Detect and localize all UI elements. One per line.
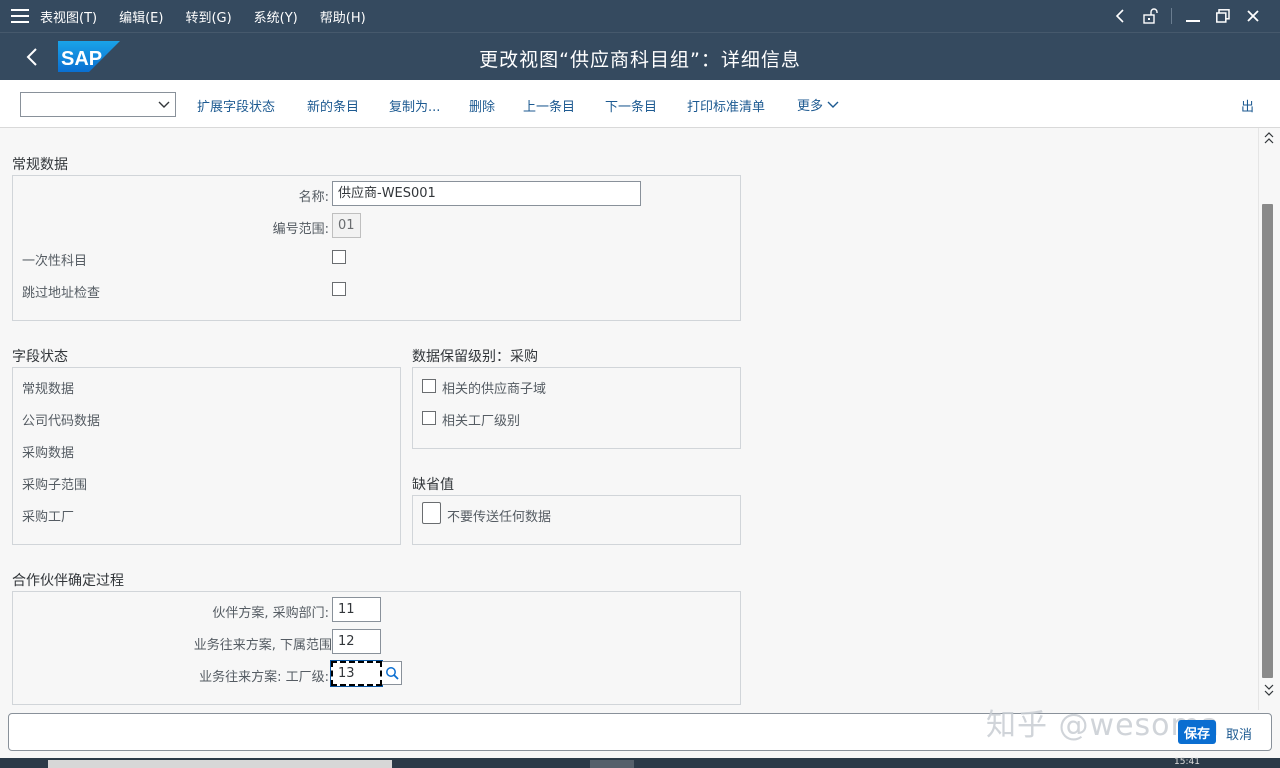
one-time-account-checkbox[interactable] <box>332 250 346 264</box>
scroll-down-icon[interactable] <box>1262 684 1276 696</box>
minimize-icon[interactable] <box>1178 0 1208 32</box>
delete-button[interactable]: 删除 <box>469 96 495 115</box>
chevron-down-icon <box>827 101 839 108</box>
partner-schema-input[interactable]: 11 <box>332 597 381 622</box>
general-data-title: 常规数据 <box>12 157 68 173</box>
previous-entry-button[interactable]: 上一条目 <box>523 96 575 115</box>
number-range-label: 编号范围: <box>272 222 329 237</box>
default-values-group: 不要传送任何数据 <box>412 495 741 545</box>
plant-level-label: 相关工厂级别 <box>442 414 521 429</box>
field-status-item[interactable]: 采购子范围 <box>22 474 87 493</box>
partner-determination-title: 合作伙伴确定过程 <box>12 573 124 589</box>
no-data-send-checkbox[interactable] <box>422 502 441 524</box>
field-status-item[interactable]: 采购工厂 <box>22 506 74 525</box>
vendor-subrange-label: 相关的供应商子域 <box>442 382 547 397</box>
save-button[interactable]: 保存 <box>1178 720 1216 744</box>
vertical-scrollbar[interactable] <box>1258 128 1280 710</box>
taskbar-app-button[interactable] <box>590 760 634 768</box>
general-data-group: 名称: 供应商-WES001 编号范围: 01 一次性科目 跳过地址检查 <box>12 175 741 321</box>
search-icon <box>385 667 399 680</box>
exit-button[interactable]: 出 <box>1241 96 1254 115</box>
restore-icon[interactable] <box>1208 0 1238 32</box>
field-status-item[interactable]: 常规数据 <box>22 378 74 397</box>
field-status-title: 字段状态 <box>12 349 68 365</box>
name-label: 名称: <box>298 190 329 205</box>
one-time-account-label: 一次性科目 <box>22 254 88 269</box>
copy-as-button[interactable]: 复制为... <box>389 96 440 115</box>
more-label: 更多 <box>797 99 824 114</box>
menu-goto[interactable]: 转到(G) <box>185 7 231 26</box>
field-status-group: 常规数据 公司代码数据 采购数据 采购子范围 采购工厂 <box>12 367 401 545</box>
more-button[interactable]: 更多 <box>797 95 839 114</box>
default-values-title: 缺省值 <box>412 477 454 493</box>
no-data-send-label: 不要传送任何数据 <box>447 510 552 525</box>
retention-level-title: 数据保留级别：采购 <box>412 349 538 365</box>
page-title: 更改视图“供应商科目组”：详细信息 <box>479 49 801 71</box>
field-status-item[interactable]: 采购数据 <box>22 442 74 461</box>
subrange-schema-input[interactable]: 12 <box>332 629 381 654</box>
field-status-item[interactable]: 公司代码数据 <box>22 410 100 429</box>
skip-address-check-checkbox[interactable] <box>332 282 346 296</box>
expand-field-status-button[interactable]: 扩展字段状态 <box>197 96 275 115</box>
chevron-left-icon[interactable] <box>1105 0 1135 32</box>
plant-level-checkbox[interactable] <box>422 411 436 425</box>
value-help-button[interactable] <box>382 661 402 685</box>
hamburger-menu-icon[interactable] <box>0 0 40 32</box>
unlock-icon[interactable] <box>1135 0 1165 32</box>
command-field-dropdown[interactable] <box>20 92 176 117</box>
plant-schema-label: 业务往来方案: 工厂级: <box>199 670 329 685</box>
menu-help[interactable]: 帮助(H) <box>320 7 366 26</box>
subrange-schema-label: 业务往来方案, 下属范围 <box>193 638 332 653</box>
divider <box>1171 8 1172 24</box>
partner-schema-label: 伙伴方案, 采购部门: <box>212 606 329 621</box>
vendor-subrange-checkbox[interactable] <box>422 379 436 393</box>
taskbar-search-box[interactable] <box>48 760 392 768</box>
main-content: 常规数据 名称: 供应商-WES001 编号范围: 01 一次性科目 跳过地址检… <box>0 128 1258 710</box>
menu-table-view[interactable]: 表视图(T) <box>40 7 97 26</box>
retention-level-group: 相关的供应商子域 相关工厂级别 <box>412 367 741 449</box>
plant-schema-input[interactable]: 13 <box>330 660 383 687</box>
close-icon[interactable] <box>1238 0 1268 32</box>
print-standard-list-button[interactable]: 打印标准清单 <box>687 96 765 115</box>
cancel-button[interactable]: 取消 <box>1226 724 1252 743</box>
footer-bar: 知乎 @wesoma 保存 取消 <box>0 708 1280 758</box>
menu-edit[interactable]: 编辑(E) <box>119 7 163 26</box>
shell-header: SAP 更改视图“供应商科目组”：详细信息 <box>0 32 1280 80</box>
number-range-input[interactable]: 01 <box>332 213 361 238</box>
application-toolbar: 扩展字段状态 新的条目 复制为... 删除 上一条目 下一条目 打印标准清单 更… <box>0 80 1280 128</box>
menu-bar: 表视图(T) 编辑(E) 转到(G) 系统(Y) 帮助(H) <box>0 0 1280 32</box>
chevron-down-icon[interactable] <box>157 97 171 115</box>
os-taskbar: 15:41 <box>0 757 1280 768</box>
menu-system[interactable]: 系统(Y) <box>254 7 298 26</box>
taskbar-clock: 15:41 <box>1174 757 1200 767</box>
next-entry-button[interactable]: 下一条目 <box>605 96 657 115</box>
new-entries-button[interactable]: 新的条目 <box>307 96 359 115</box>
skip-address-check-label: 跳过地址检查 <box>22 286 101 301</box>
partner-determination-group: 伙伴方案, 采购部门: 11 业务往来方案, 下属范围 12 业务往来方案: 工… <box>12 591 741 705</box>
scroll-up-icon[interactable] <box>1262 132 1276 144</box>
name-input[interactable]: 供应商-WES001 <box>332 181 641 206</box>
scrollbar-thumb[interactable] <box>1262 204 1273 678</box>
